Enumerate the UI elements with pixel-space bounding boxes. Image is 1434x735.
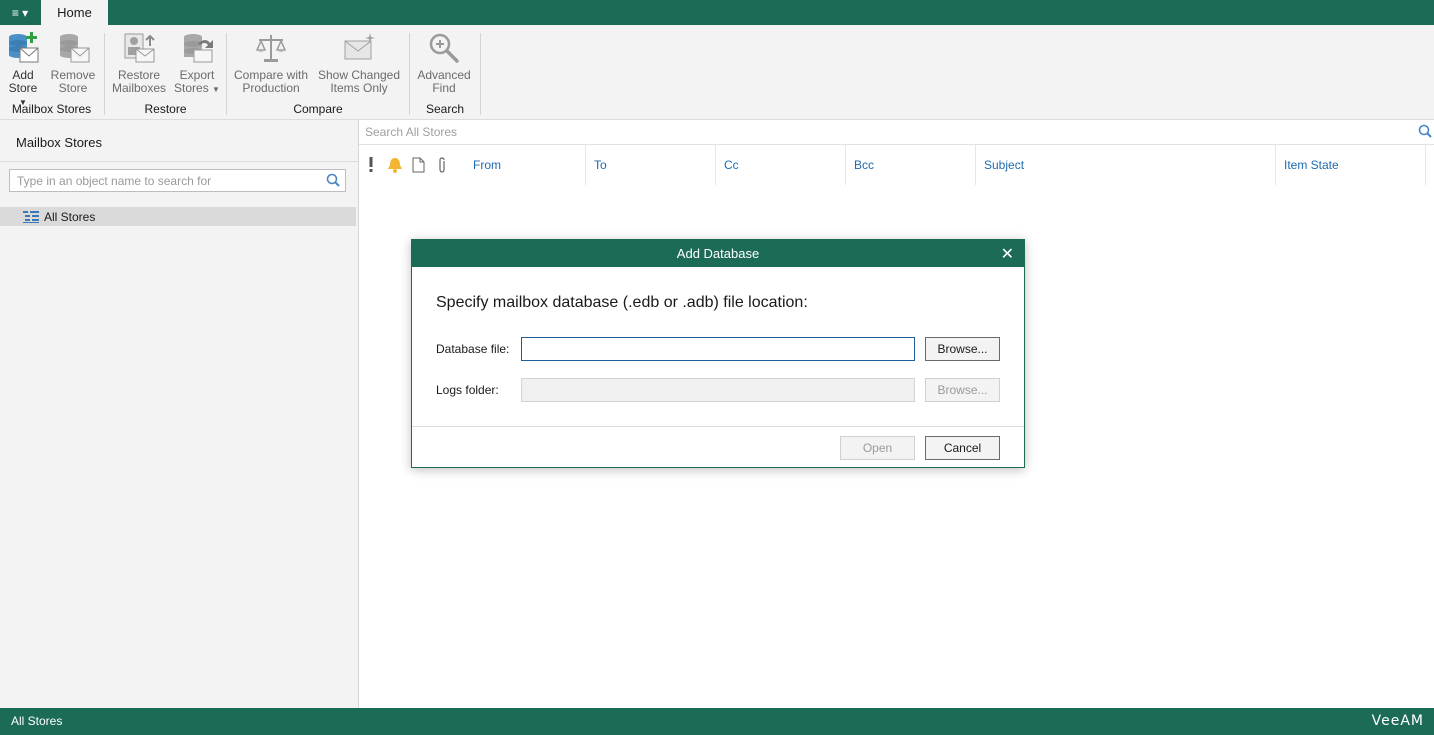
reminder-bell-icon[interactable]	[387, 157, 403, 173]
dialog-divider	[412, 426, 1024, 427]
panel-title: Mailbox Stores	[16, 135, 102, 150]
dialog-title: Add Database	[676, 246, 760, 261]
stores-list-icon	[23, 210, 39, 223]
attachment-icon[interactable]	[437, 157, 447, 173]
status-bar: All Stores VeeAM	[0, 708, 1434, 735]
restore-mailboxes-button[interactable]: Restore Mailboxes	[111, 31, 167, 95]
add-database-dialog: Add Database ✕ Specify mailbox database …	[411, 239, 1025, 468]
database-remove-icon	[60, 34, 90, 63]
scales-icon	[255, 35, 287, 62]
column-header-from[interactable]: From	[465, 145, 586, 185]
column-header-to[interactable]: To	[586, 145, 716, 185]
column-header-item-state[interactable]: Item State	[1276, 145, 1426, 185]
left-panel: Mailbox Stores All Stores	[0, 120, 359, 708]
column-header-row: From To Cc Bcc Subject Item State	[359, 145, 1434, 185]
browse-logs-button[interactable]: Browse...	[925, 378, 1000, 402]
group-label-mailbox-stores: Mailbox Stores	[11, 102, 92, 116]
store-search-input[interactable]	[363, 120, 1367, 144]
add-store-button[interactable]: Add Store ▼	[4, 31, 42, 109]
open-button[interactable]: Open	[840, 436, 915, 460]
compare-production-button[interactable]: Compare with Production	[231, 31, 311, 95]
logs-folder-label: Logs folder:	[436, 383, 499, 397]
export-icon	[184, 34, 213, 63]
importance-icon[interactable]	[368, 157, 374, 173]
search-icon[interactable]	[326, 173, 340, 187]
column-header-cc[interactable]: Cc	[716, 145, 846, 185]
logs-folder-input[interactable]	[521, 378, 915, 402]
database-file-input[interactable]	[521, 337, 915, 361]
column-header-bcc[interactable]: Bcc	[846, 145, 976, 185]
store-search-box	[359, 120, 1434, 145]
veeam-logo: VeeAM	[1371, 713, 1424, 729]
dialog-heading: Specify mailbox database (.edb or .adb) …	[436, 294, 808, 311]
browse-database-button[interactable]: Browse...	[925, 337, 1000, 361]
group-label-restore: Restore	[144, 102, 187, 116]
advanced-find-button[interactable]: Advanced Find	[414, 31, 474, 95]
dropdown-arrow-icon: ▼	[212, 85, 220, 94]
dialog-title-bar: Add Database ✕	[412, 240, 1024, 267]
search-icon[interactable]	[1418, 124, 1432, 138]
title-bar: ≡ ▾ Home	[0, 0, 1434, 25]
status-text: All Stores	[11, 714, 63, 728]
main-menu-button[interactable]: ≡ ▾	[0, 0, 40, 25]
group-label-search: Search	[425, 102, 465, 116]
divider	[0, 161, 358, 162]
ribbon: Add Store ▼ Remove Store Mailbox Stores …	[0, 25, 1434, 120]
export-stores-button[interactable]: Export Stores ▼	[174, 31, 220, 96]
magnifier-icon	[429, 33, 459, 63]
column-header-subject[interactable]: Subject	[976, 145, 1276, 185]
show-changed-button[interactable]: Show Changed Items Only	[316, 31, 402, 95]
restore-icon	[124, 33, 155, 63]
remove-store-button[interactable]: Remove Store	[49, 31, 97, 95]
database-file-label: Database file:	[436, 342, 510, 356]
document-icon[interactable]	[412, 157, 425, 173]
database-add-icon	[9, 32, 39, 63]
envelope-star-icon	[344, 33, 375, 60]
tab-home[interactable]: Home	[41, 0, 108, 25]
cancel-button[interactable]: Cancel	[925, 436, 1000, 460]
tree-item-label: All Stores	[44, 209, 96, 224]
group-divider	[480, 33, 481, 115]
close-icon[interactable]: ✕	[1001, 244, 1014, 264]
object-search-box	[9, 169, 346, 192]
group-label-compare: Compare	[293, 102, 343, 116]
tree-item-all-stores[interactable]: All Stores	[0, 207, 356, 226]
object-search-input[interactable]	[15, 170, 319, 192]
